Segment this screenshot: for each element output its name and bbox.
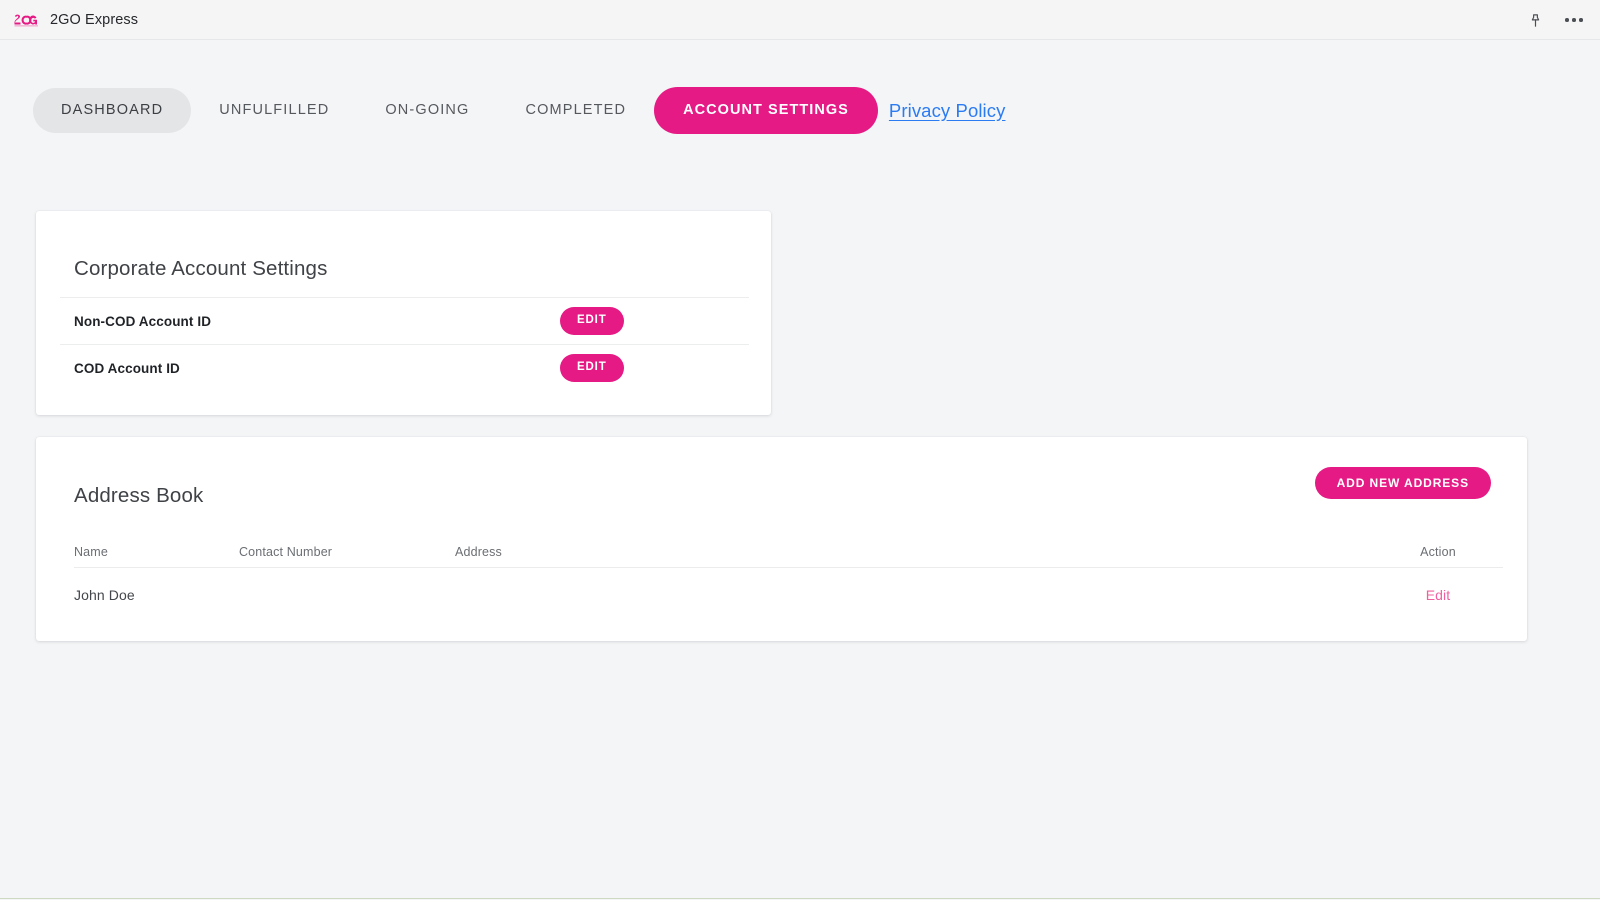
brand: 2GO Express <box>14 12 138 28</box>
address-book-card: Address Book ADD NEW ADDRESS Name Contac… <box>36 437 1527 641</box>
column-header-action: Action <box>1420 544 1456 559</box>
more-options-icon[interactable] <box>1561 7 1587 33</box>
pin-icon[interactable] <box>1522 7 1548 33</box>
app-bar-actions <box>1522 0 1587 40</box>
table-header-row: Name Contact Number Address Action <box>74 536 1503 567</box>
page-content: DASHBOARD UNFULFILLED ON-GOING COMPLETED… <box>0 40 1600 899</box>
setting-label-cod: COD Account ID <box>74 360 180 376</box>
tab-on-going[interactable]: ON-GOING <box>357 88 497 133</box>
address-book-table: Name Contact Number Address Action John … <box>74 536 1503 622</box>
setting-row-non-cod: Non-COD Account ID EDIT <box>60 297 749 344</box>
edit-address-link[interactable]: Edit <box>1426 587 1451 603</box>
address-book-title: Address Book <box>74 484 204 507</box>
tab-unfulfilled[interactable]: UNFULFILLED <box>191 88 357 133</box>
app-title: 2GO Express <box>50 11 139 28</box>
privacy-policy-link[interactable]: Privacy Policy <box>889 100 1006 122</box>
corporate-settings-list: Non-COD Account ID EDIT COD Account ID E… <box>60 297 749 391</box>
tab-account-settings[interactable]: ACCOUNT SETTINGS <box>654 87 878 134</box>
corporate-account-settings-card: Corporate Account Settings Non-COD Accou… <box>36 211 771 415</box>
setting-label-non-cod: Non-COD Account ID <box>74 313 212 329</box>
column-header-address: Address <box>455 544 502 559</box>
edit-cod-button[interactable]: EDIT <box>560 354 624 382</box>
2go-logo-icon <box>14 14 38 26</box>
nav-tabs: DASHBOARD UNFULFILLED ON-GOING COMPLETED… <box>0 40 1600 134</box>
edit-non-cod-button[interactable]: EDIT <box>560 307 624 335</box>
tab-dashboard[interactable]: DASHBOARD <box>33 88 192 133</box>
add-new-address-button[interactable]: ADD NEW ADDRESS <box>1314 467 1491 499</box>
tab-completed[interactable]: COMPLETED <box>497 88 654 133</box>
corporate-card-title: Corporate Account Settings <box>74 257 328 280</box>
column-header-name: Name <box>74 544 108 559</box>
cell-name: John Doe <box>74 587 135 603</box>
column-header-contact: Contact Number <box>239 544 333 559</box>
setting-row-cod: COD Account ID EDIT <box>60 344 749 391</box>
app-bar: 2GO Express <box>0 0 1600 40</box>
table-row: John Doe Edit <box>74 567 1503 622</box>
